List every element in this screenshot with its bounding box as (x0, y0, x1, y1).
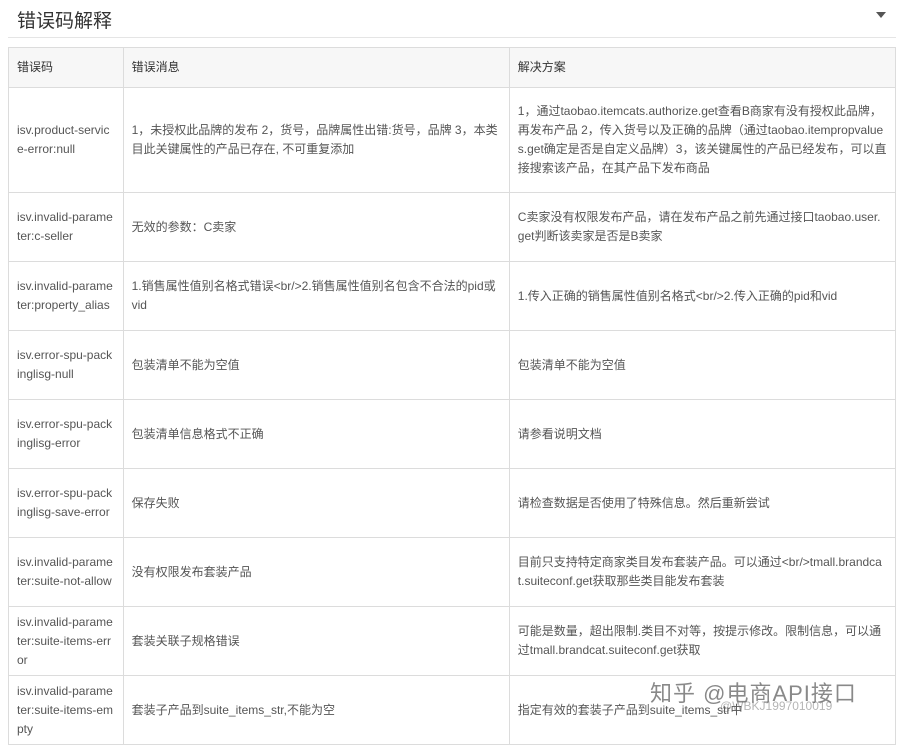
cell-solution: 请参看说明文档 (508, 399, 897, 469)
cell-message: 1.销售属性值别名格式错误<br/>2.销售属性值别名包含不合法的pid或vid (122, 261, 510, 331)
cell-message: 包装清单不能为空值 (122, 330, 510, 400)
section-title: 错误码解释 (17, 11, 113, 32)
cell-message: 套装子产品到suite_items_str,不能为空 (122, 675, 510, 745)
table-row: isv.invalid-parameter:c-seller 无效的参数：C卖家… (8, 192, 897, 262)
cell-solution: 1.传入正确的销售属性值别名格式<br/>2.传入正确的pid和vid (508, 261, 897, 331)
cell-code: isv.product-service-error:null (8, 87, 124, 193)
cell-solution: 目前只支持特定商家类目发布套装产品。可以通过<br/>tmall.brandca… (508, 537, 897, 607)
table-row: isv.error-spu-packinglisg-null 包装清单不能为空值… (8, 330, 897, 400)
cell-code: isv.error-spu-packinglisg-error (8, 399, 124, 469)
cell-solution: C卖家没有权限发布产品，请在发布产品之前先通过接口taobao.user.get… (508, 192, 897, 262)
cell-message: 保存失败 (122, 468, 510, 538)
section-header[interactable]: 错误码解释 (8, 0, 896, 38)
table-row: isv.error-spu-packinglisg-save-error 保存失… (8, 468, 897, 538)
column-header-solution: 解决方案 (508, 47, 897, 88)
cell-solution: 1，通过taobao.itemcats.authorize.get查看B商家有没… (508, 87, 897, 193)
chevron-down-icon[interactable] (876, 12, 886, 18)
table-row: isv.invalid-parameter:suite-items-error … (8, 606, 897, 676)
error-code-table: 错误码 错误消息 解决方案 isv.product-service-error:… (8, 47, 897, 745)
table-row: isv.invalid-parameter:property_alias 1.销… (8, 261, 897, 331)
cell-code: isv.error-spu-packinglisg-null (8, 330, 124, 400)
cell-code: isv.invalid-parameter:property_alias (8, 261, 124, 331)
cell-message: 没有权限发布套装产品 (122, 537, 510, 607)
watermark-id: @WBKJ1997010019 (720, 699, 833, 713)
cell-message: 包装清单信息格式不正确 (122, 399, 510, 469)
cell-solution: 可能是数量，超出限制.类目不对等，按提示修改。限制信息，可以通过tmall.br… (508, 606, 897, 676)
cell-solution: 请检查数据是否使用了特殊信息。然后重新尝试 (508, 468, 897, 538)
table-row: isv.error-spu-packinglisg-error 包装清单信息格式… (8, 399, 897, 469)
cell-code: isv.invalid-parameter:suite-items-empty (8, 675, 124, 745)
table-row: isv.product-service-error:null 1，未授权此品牌的… (8, 87, 897, 193)
cell-code: isv.invalid-parameter:c-seller (8, 192, 124, 262)
cell-solution: 包装清单不能为空值 (508, 330, 897, 400)
cell-code: isv.error-spu-packinglisg-save-error (8, 468, 124, 538)
cell-message: 无效的参数：C卖家 (122, 192, 510, 262)
cell-message: 1，未授权此品牌的发布 2，货号，品牌属性出错:货号，品牌 3，本类目此关键属性… (122, 87, 510, 193)
cell-message: 套装关联子规格错误 (122, 606, 510, 676)
table-header-row: 错误码 错误消息 解决方案 (8, 47, 897, 88)
cell-code: isv.invalid-parameter:suite-items-error (8, 606, 124, 676)
column-header-message: 错误消息 (122, 47, 510, 88)
table-row: isv.invalid-parameter:suite-not-allow 没有… (8, 537, 897, 607)
cell-code: isv.invalid-parameter:suite-not-allow (8, 537, 124, 607)
column-header-code: 错误码 (8, 47, 124, 88)
